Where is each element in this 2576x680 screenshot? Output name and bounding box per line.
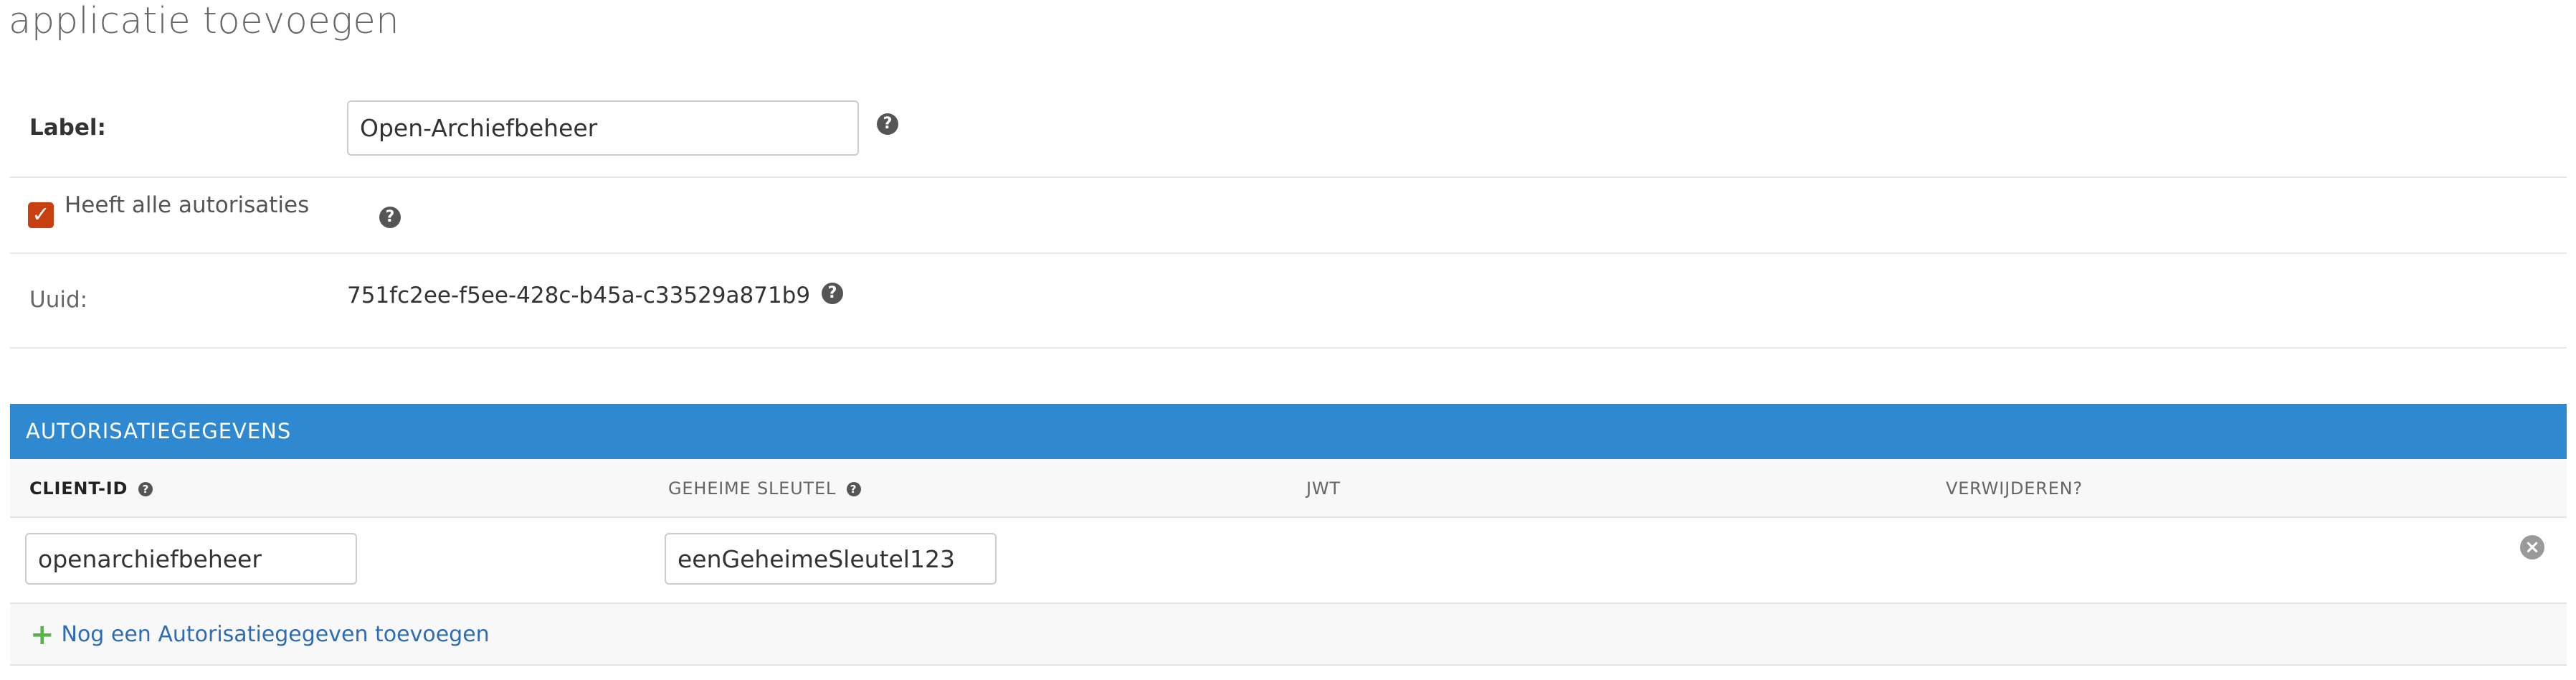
all-authorizations-label: Heeft alle autorisaties [65,192,310,218]
credentials-table-head: CLIENT-ID ? GEHEIME SLEUTEL ? JWT VERWIJ… [10,459,2567,518]
col-head-secret: GEHEIME SLEUTEL ? [668,459,861,518]
add-row: + Nog een Autorisatiegegeven toevoegen [10,604,2567,666]
table-row: × [10,518,2567,604]
plus-icon: + [30,618,54,651]
add-credential-label: Nog een Autorisatiegegeven toevoegen [61,622,490,647]
question-circle-icon: ? [379,207,401,228]
label-input[interactable] [347,100,859,156]
question-circle-icon: ? [846,482,861,496]
page-title: applicatie toevoegen [9,0,400,42]
uuid-label: Uuid: [29,287,88,313]
remove-circle-icon[interactable]: × [2520,535,2544,559]
question-circle-icon: ? [138,482,153,496]
col-head-delete: VERWIJDEREN? [1946,478,2083,499]
add-credential-link[interactable]: + Nog een Autorisatiegegeven toevoegen [30,604,490,666]
col-head-client-id-label: CLIENT-ID [29,478,128,499]
client-id-input[interactable] [25,533,357,585]
col-head-secret-label: GEHEIME SLEUTEL [668,478,837,499]
all-authorizations-checkbox[interactable]: ✓ [28,202,54,228]
page: applicatie toevoegen Label: ? ✓ Heeft al… [0,0,2576,680]
question-circle-icon: ? [822,283,843,304]
form-row-all-authorizations: ✓ Heeft alle autorisaties ? [10,178,2567,254]
credentials-header: AUTORISATIEGEGEVENS [10,404,2567,459]
secret-input[interactable] [665,533,997,585]
col-head-client-id: CLIENT-ID ? [29,459,153,518]
form-row-uuid: Uuid: 751fc2ee-f5ee-428c-b45a-c33529a871… [10,254,2567,349]
col-head-jwt: JWT [1306,478,1341,499]
label-field-label: Label: [29,115,106,141]
form-row-label: Label: ? [10,85,2567,178]
uuid-value: 751fc2ee-f5ee-428c-b45a-c33529a871b9 [347,283,811,308]
question-circle-icon: ? [877,113,898,135]
